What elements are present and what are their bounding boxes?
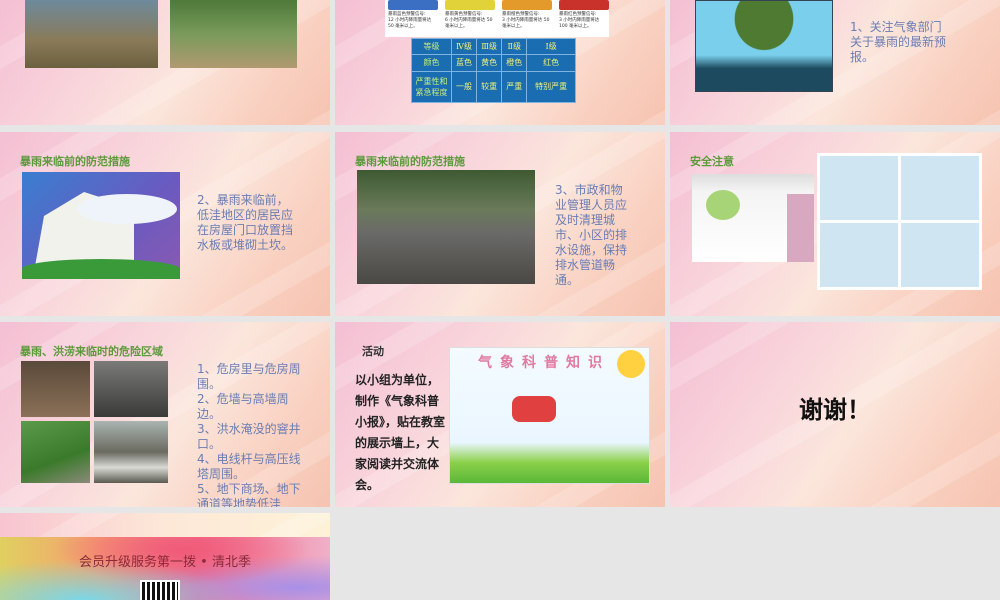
slide-text: 3、市政和物业管理人员应及时清理城市、小区的排水设施，保持排水管道畅通。 (555, 183, 628, 287)
table-cell: 一般 (450, 70, 478, 104)
warning-card-orange: 暴雨橙色预警信号: 3 小时内降雨量将达 50 毫米以上。 (502, 0, 552, 30)
table-cell: Ⅱ级 (501, 37, 528, 56)
table-cell: Ⅳ级 (450, 37, 478, 56)
slide-5[interactable]: 暴雨来临前的防范措施 3、市政和物业管理人员应及时清理城市、小区的排水设施，保持… (335, 132, 665, 316)
card-desc: 12 小时内降雨量将达 50 毫米以上。 (388, 18, 432, 29)
table-cell: 蓝色 (450, 54, 478, 72)
slide-10[interactable]: 会员升级服务第一拨 • 清北季 (0, 513, 330, 600)
card-desc: 3 小时内降雨量将达 50 毫米以上。 (502, 18, 550, 29)
slide-4[interactable]: 暴雨来临前的防范措施 2、暴雨来临前，低洼地区的居民应在房屋门口放置挡水板或堆砌… (0, 132, 330, 316)
slide-8[interactable]: 活动 以小组为单位，制作《气象科普小报》，贴在教室的展示墙上，大家阅读并交流体会… (335, 322, 665, 507)
street-cleaning-photo (357, 170, 535, 284)
table-cell: 橙色 (501, 54, 528, 72)
table-cell: 较重 (476, 70, 503, 104)
danger-zones-list: 1、危房里与危房周围。 2、危墙与高墙周边。 3、洪水淹没的窨井口。 4、电线杆… (197, 362, 302, 507)
table-cell: 严重性和紧急程度 (411, 70, 452, 104)
slide-6[interactable]: 安全注意 (670, 132, 1000, 316)
table-cell: 特别严重 (526, 70, 576, 104)
list-item: 3、洪水淹没的窨井口。 (197, 422, 301, 451)
slide-text: 以小组为单位，制作《气象科普小报》，贴在教室的展示墙上，大家阅读并交流体会。 (355, 373, 446, 492)
poster-title: 气象科普知识 (478, 355, 610, 371)
slide-3[interactable]: 1、关注气象部门关于暴雨的最新预报。 (670, 0, 1000, 125)
table-cell: 红色 (526, 54, 576, 72)
slide-text: 2、暴雨来临前，低洼地区的居民应在房屋门口放置挡水板或堆砌土坎。 (197, 193, 294, 252)
slide-title: 活动 (362, 345, 384, 358)
warning-level-table: 等级 Ⅳ级 Ⅲ级 Ⅱ级 Ⅰ级 颜色 蓝色 黄色 橙色 红色 严重性和紧急程度 一般 较重 严重 特别严重 (411, 37, 576, 104)
table-cell: 颜色 (411, 54, 452, 72)
qr-code-icon (140, 580, 180, 600)
slide-text: 1、关注气象部门关于暴雨的最新预报。 (850, 20, 947, 64)
slide-7[interactable]: 暴雨、洪涝来临时的危险区域 1、危房里与危房周围。 2、危墙与高墙周边。 3、洪… (0, 322, 330, 507)
list-item: 5、地下商场、地下通道等地势低洼处。 (197, 482, 301, 507)
table-cell: 黄色 (476, 54, 503, 72)
danger-photo-pole (21, 421, 90, 483)
table-cell: Ⅰ级 (526, 37, 576, 56)
house-cartoon (22, 172, 180, 279)
list-item: 2、危墙与高墙周边。 (197, 392, 289, 421)
slide-title: 暴雨来临前的防范措施 (355, 155, 465, 168)
warning-card-blue: 暴雨蓝色预警信号: 12 小时内降雨量将达 50 毫米以上。 (388, 0, 438, 30)
table-cell: Ⅲ级 (476, 37, 503, 56)
slide-2[interactable]: 暴雨蓝色预警信号: 12 小时内降雨量将达 50 毫米以上。 暴雨黄色预警信号: 6… (335, 0, 665, 125)
list-item: 4、电线杆与高压线塔周围。 (197, 452, 301, 481)
slide-1[interactable] (0, 0, 330, 125)
slide-9[interactable]: 谢谢！ (670, 322, 1000, 507)
list-item: 1、危房里与危房周围。 (197, 362, 301, 391)
table-cell: 等级 (411, 37, 452, 56)
table-cell: 严重 (501, 70, 528, 104)
card-desc: 6 小时内降雨量将达 50 毫米以上。 (445, 18, 493, 29)
slide-title: 暴雨来临前的防范措施 (20, 155, 130, 168)
electrical-safety-cartoon (817, 153, 982, 290)
warning-card-yellow: 暴雨黄色预警信号: 6 小时内降雨量将达 50 毫米以上。 (445, 0, 495, 30)
lightning-tree-cartoon (692, 174, 814, 262)
promo-banner: 会员升级服务第一拨 • 清北季 (0, 537, 330, 600)
flood-photo-2 (170, 0, 297, 68)
slide-title: 安全注意 (690, 155, 734, 168)
danger-photo-house (21, 361, 90, 417)
flood-photo-1 (25, 0, 158, 68)
danger-photo-flood (94, 361, 168, 417)
warning-card-red: 暴雨红色预警信号: 3 小时内降雨量将达 100 毫米以上。 (559, 0, 609, 30)
weather-map (695, 0, 833, 92)
slide-title: 暴雨、洪涝来临时的危险区域 (20, 345, 163, 358)
danger-photo-underpass (94, 421, 168, 483)
science-poster: 气象科普知识 (449, 347, 650, 484)
promo-text: 会员升级服务第一拨 • 清北季 (79, 555, 251, 570)
card-desc: 3 小时内降雨量将达 100 毫米以上。 (559, 18, 600, 29)
thanks-text: 谢谢！ (799, 396, 871, 424)
